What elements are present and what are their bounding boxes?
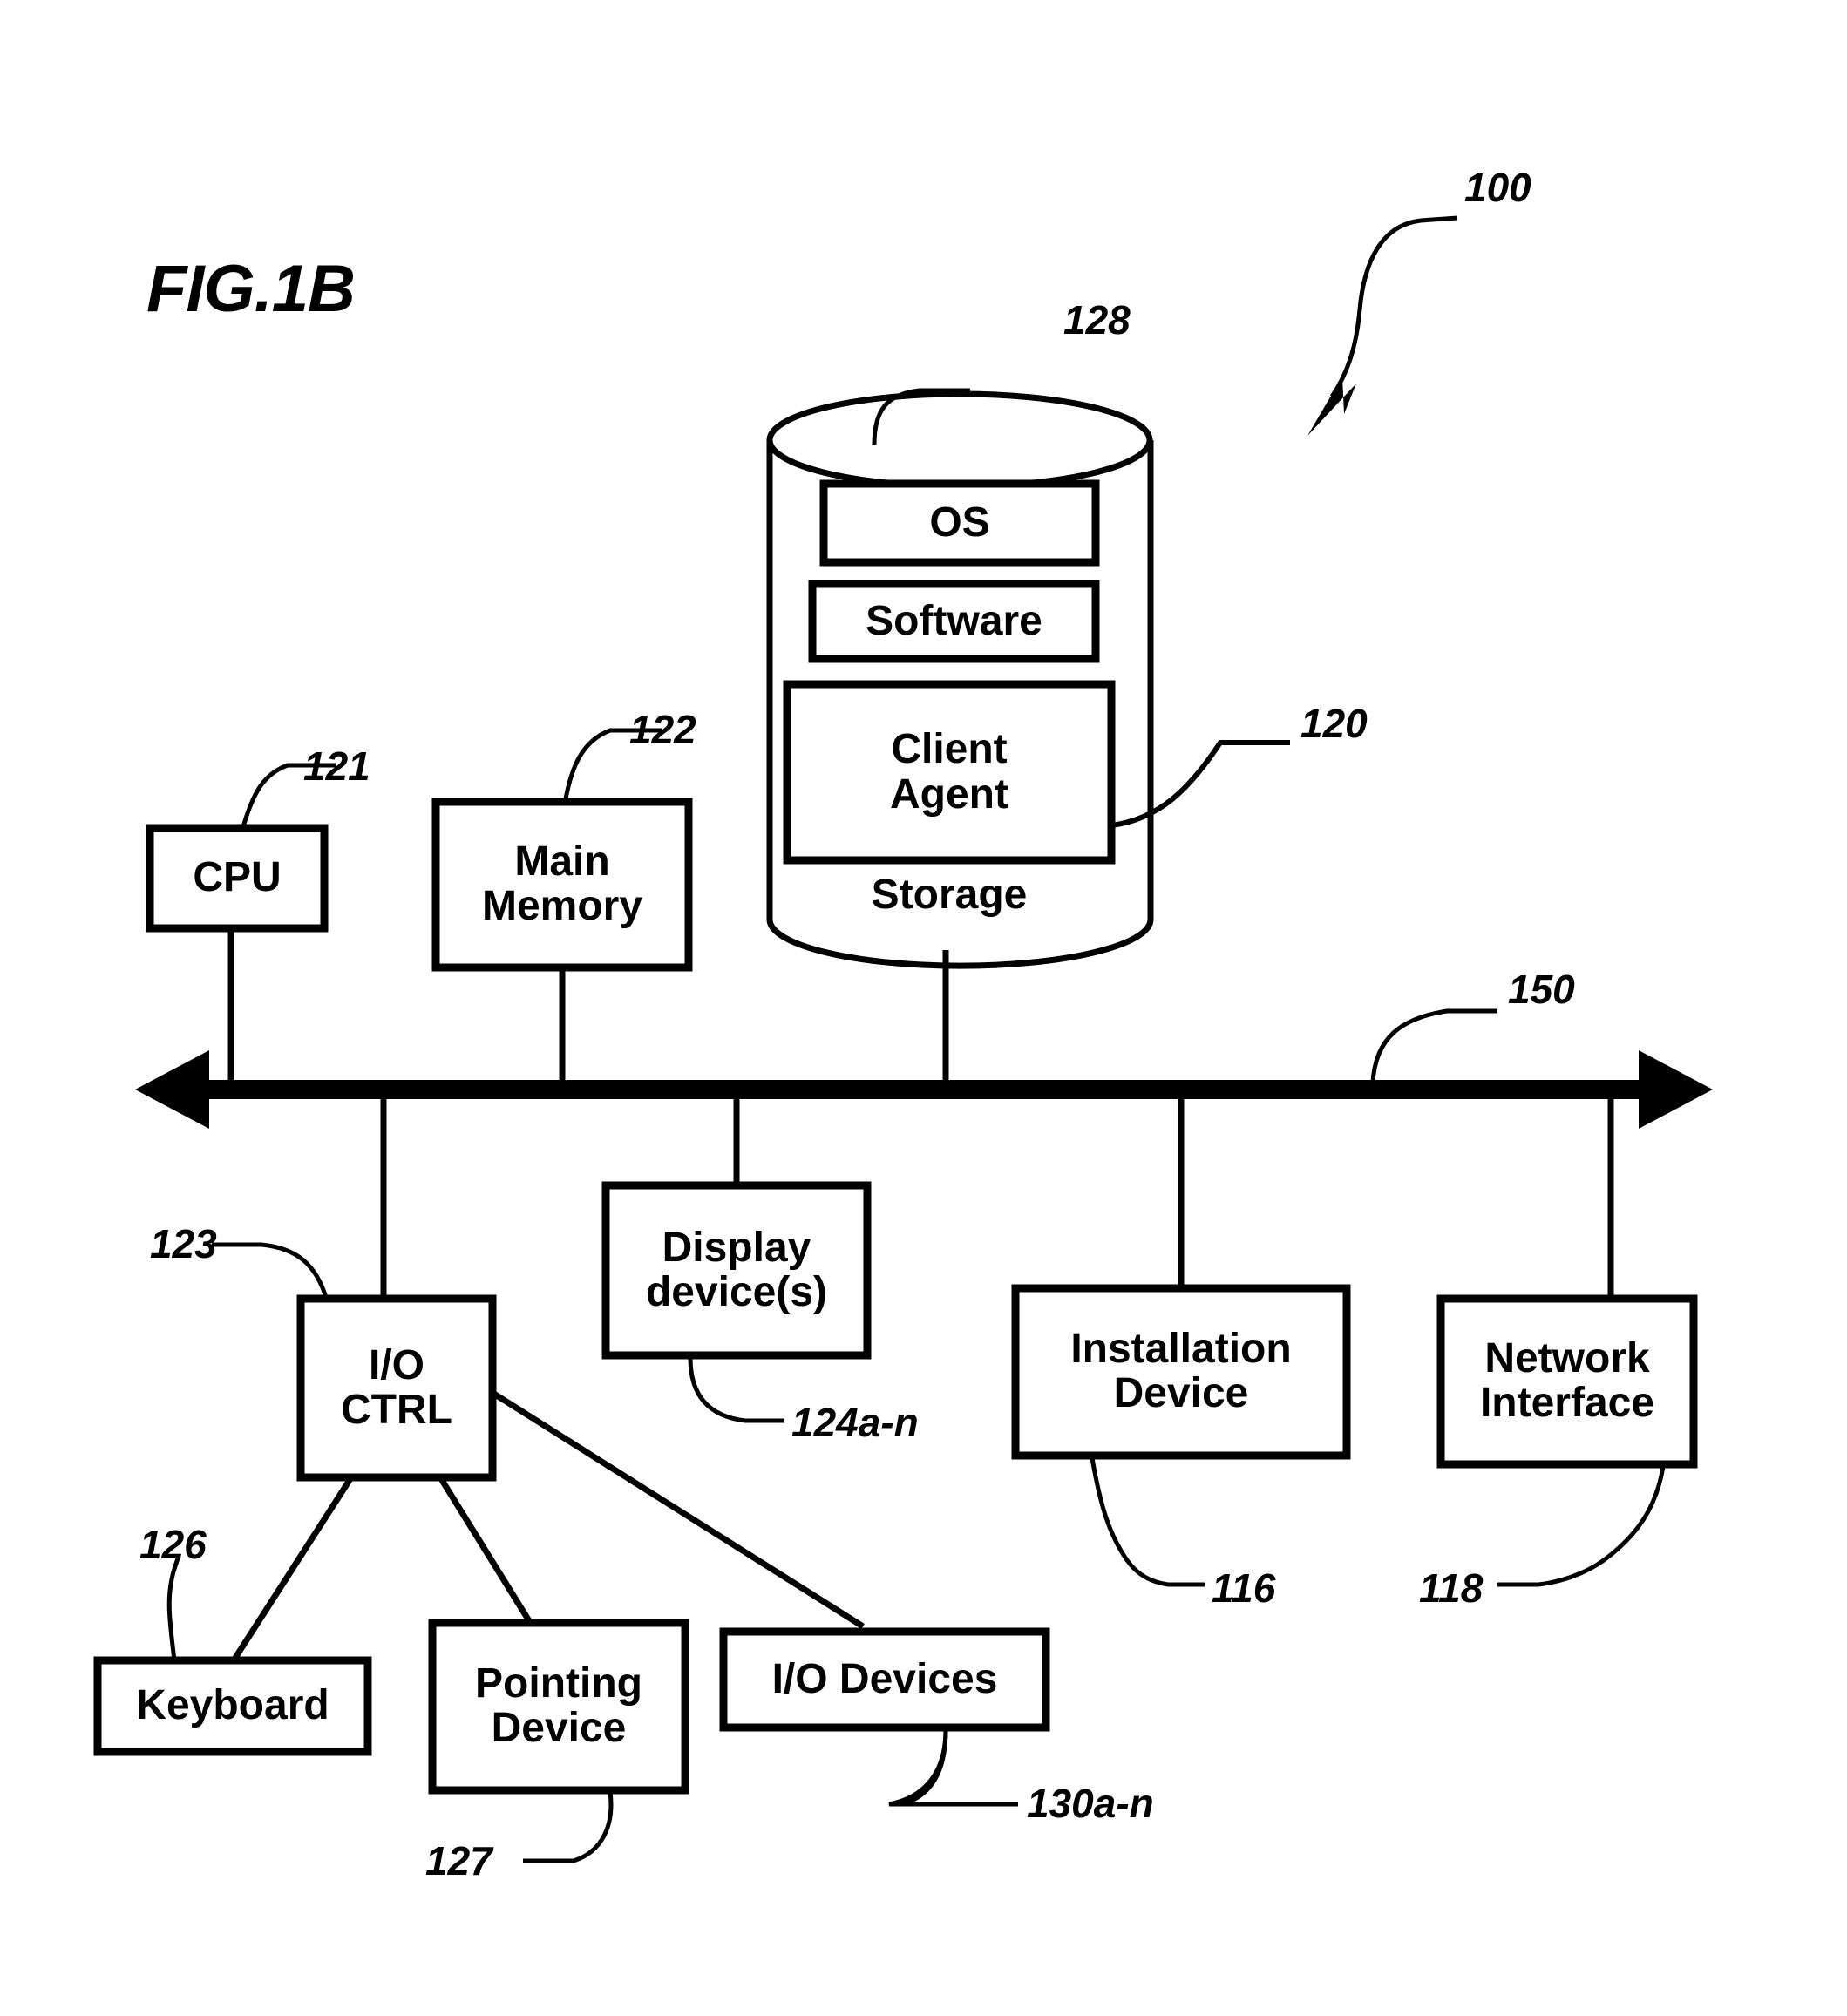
refnum-123: 123: [150, 1221, 217, 1266]
leader-126: [166, 1555, 181, 1661]
leader-150: [1370, 1008, 1497, 1083]
keyboard-label: Keyboard: [136, 1682, 329, 1729]
cpu-label: CPU: [193, 854, 282, 901]
patent-figure-page: FIG.1B 100 128 OS Software Client Agent …: [0, 0, 1847, 2016]
bus-arrow-right: [1639, 1050, 1713, 1129]
leader-120: [1110, 740, 1290, 828]
leader-130-curve: [888, 1729, 1018, 1807]
leader-123: [212, 1242, 329, 1301]
figure-title: FIG.1B: [146, 252, 356, 326]
refnum-130: 130a-n: [1027, 1781, 1154, 1826]
refnum-122: 122: [629, 707, 696, 752]
leader-118: [1497, 1466, 1666, 1587]
display-label: Display device(s): [645, 1224, 828, 1315]
storage-client-agent-label: Client Agent: [890, 726, 1008, 818]
refnum-116: 116: [1212, 1565, 1276, 1611]
leader-116: [1090, 1457, 1205, 1587]
cylinder-top-ellipse: [766, 390, 1153, 490]
system-bus-150: [135, 1008, 1713, 1129]
leader-100-arrowhead: [1307, 377, 1356, 436]
pointing-label: Pointing Device: [475, 1660, 642, 1751]
refnum-120: 120: [1300, 701, 1368, 746]
storage-os-label: OS: [929, 499, 990, 546]
refnum-121: 121: [303, 743, 370, 789]
storage-software-label: Software: [866, 598, 1042, 645]
refnum-124: 124a-n: [791, 1400, 919, 1445]
cylinder-bottom-arc: [766, 919, 1154, 969]
refnum-150: 150: [1508, 967, 1575, 1012]
system-ref-leader-100: [1307, 215, 1458, 436]
storage-label: Storage: [871, 872, 1028, 919]
io-ctrl-to-keyboard-line: [231, 1476, 354, 1662]
leader-127: [523, 1791, 614, 1863]
refnum-100: 100: [1464, 165, 1531, 210]
refnum-128: 128: [1063, 297, 1131, 343]
refnum-126: 126: [139, 1522, 207, 1567]
network-label: Network Interface: [1479, 1335, 1655, 1426]
leader-100-curve: [1329, 215, 1458, 398]
refnum-118: 118: [1419, 1565, 1484, 1611]
installation-label: Installation Device: [1070, 1326, 1292, 1416]
main-memory-label: Main Memory: [481, 838, 643, 929]
bus-arrow-left: [135, 1050, 209, 1129]
refnum-127: 127: [425, 1838, 492, 1884]
io-ctrl-label: I/O CTRL: [341, 1341, 452, 1433]
io-devices-label: I/O Devices: [771, 1655, 998, 1702]
leader-124: [688, 1357, 784, 1423]
